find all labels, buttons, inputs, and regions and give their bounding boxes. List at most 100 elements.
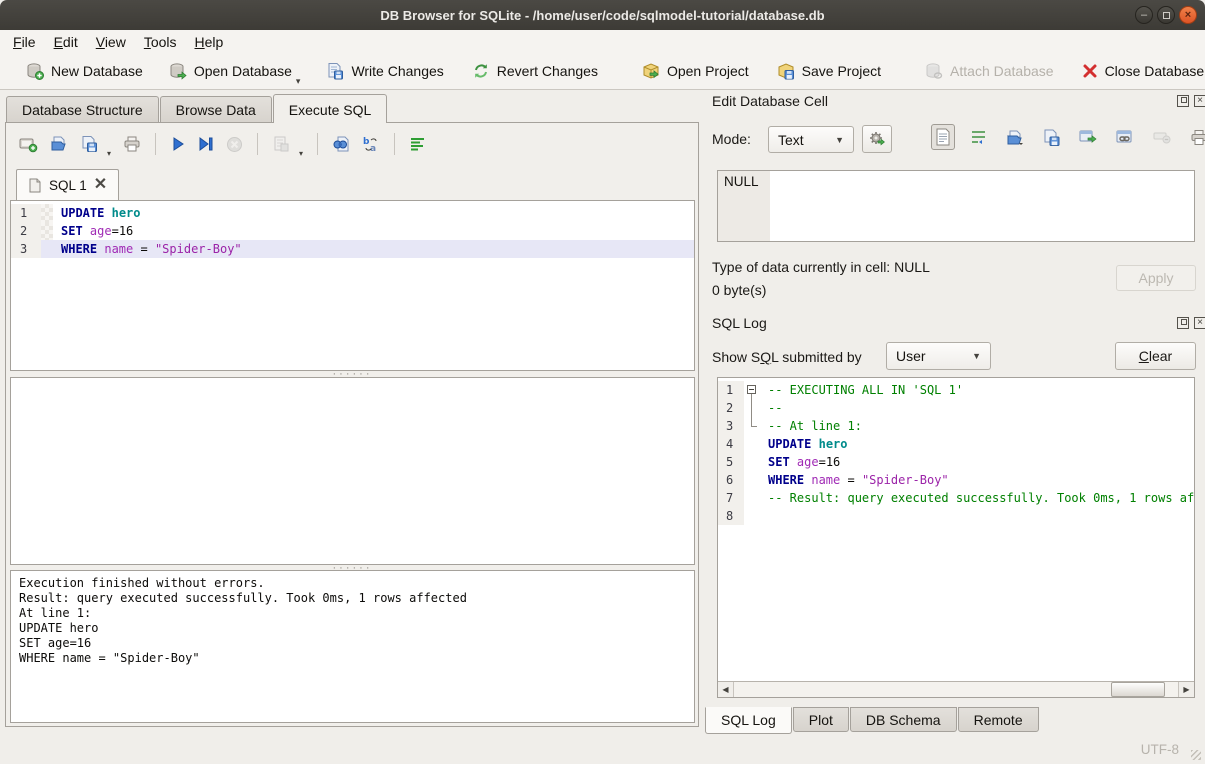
- import-cell-data-button[interactable]: [1002, 125, 1028, 150]
- revert-changes-icon: [472, 62, 490, 80]
- text-mode-button[interactable]: [931, 124, 955, 150]
- copy-link-button[interactable]: [1112, 125, 1138, 149]
- fold-margin[interactable]: [744, 507, 760, 525]
- scroll-right-icon[interactable]: ▶: [1178, 682, 1194, 697]
- open-database-dropdown-icon[interactable]: ▾: [296, 76, 301, 87]
- execution-message[interactable]: Execution finished without errors.Result…: [10, 570, 695, 723]
- fold-margin[interactable]: [744, 399, 760, 417]
- code-text: WHERE name = "Spider-Boy": [53, 240, 694, 258]
- set-null-button[interactable]: [1149, 126, 1175, 148]
- maximize-button-icon[interactable]: [1157, 6, 1175, 24]
- fold-margin[interactable]: [744, 489, 760, 507]
- save-file-dropdown-icon[interactable]: ▾: [107, 149, 111, 158]
- replace-button[interactable]: ba: [362, 135, 380, 153]
- open-in-external-button[interactable]: [1075, 125, 1101, 149]
- print-button[interactable]: [123, 135, 141, 153]
- menu-tools[interactable]: Tools: [135, 31, 186, 53]
- chevron-down-icon: ▼: [825, 135, 844, 145]
- print-cell-button[interactable]: [1186, 125, 1205, 150]
- code-line: 1UPDATE hero: [11, 204, 694, 222]
- open-project-button[interactable]: Open Project: [636, 58, 755, 84]
- tab-plot[interactable]: Plot: [793, 707, 849, 732]
- execute-sql-button[interactable]: [170, 136, 186, 152]
- mode-combobox[interactable]: Text▼: [768, 126, 854, 153]
- menu-view[interactable]: View: [87, 31, 135, 53]
- app-window: { "window": { "title": "DB Browser for S…: [0, 0, 1205, 764]
- chevron-down-icon: ▼: [962, 351, 981, 361]
- word-wrap-icon: [970, 130, 987, 145]
- apply-button[interactable]: Apply: [1116, 265, 1196, 291]
- execute-current-line-button[interactable]: [198, 136, 214, 152]
- format-sql-button[interactable]: [409, 137, 426, 152]
- clear-log-button[interactable]: Clear: [1115, 342, 1196, 370]
- fold-margin[interactable]: [744, 435, 760, 453]
- toolbar-separator: [257, 133, 258, 155]
- new-database-button[interactable]: New Database: [20, 58, 149, 84]
- open-sql-tab-button[interactable]: [18, 135, 38, 153]
- main-tab-bar: Database Structure Browse Data Execute S…: [6, 94, 388, 123]
- code-line: 7-- Result: query executed successfully.…: [718, 489, 1194, 507]
- line-number: 2: [718, 399, 744, 417]
- save-sql-file-button[interactable]: [80, 135, 98, 153]
- close-button-icon[interactable]: ×: [1179, 6, 1197, 24]
- menu-file[interactable]: File: [4, 31, 45, 53]
- code-text: -- EXECUTING ALL IN 'SQL 1': [760, 381, 1194, 399]
- scroll-left-icon[interactable]: ◀: [718, 682, 734, 697]
- open-database-button[interactable]: Open Database: [163, 58, 298, 84]
- export-results-dropdown-icon[interactable]: ▾: [299, 149, 303, 158]
- results-grid[interactable]: [10, 377, 695, 565]
- float-dock-icon[interactable]: [1177, 317, 1189, 329]
- export-results-button[interactable]: [272, 135, 290, 153]
- fold-margin: [41, 240, 53, 258]
- float-dock-icon[interactable]: [1177, 95, 1189, 107]
- toolbar-separator: [155, 133, 156, 155]
- open-sql-file-button[interactable]: [50, 135, 68, 153]
- link-icon: [1116, 129, 1134, 145]
- sql-log-horizontal-scrollbar[interactable]: ◀ ▶: [718, 681, 1194, 697]
- code-line: 2--: [718, 399, 1194, 417]
- revert-changes-button[interactable]: Revert Changes: [466, 58, 604, 84]
- tab-remote[interactable]: Remote: [958, 707, 1039, 732]
- fold-margin[interactable]: [744, 453, 760, 471]
- close-dock-icon[interactable]: ×: [1194, 95, 1205, 107]
- minimize-button-icon[interactable]: –: [1135, 6, 1153, 24]
- close-database-button[interactable]: Close Database: [1076, 59, 1205, 83]
- fold-margin[interactable]: [744, 417, 760, 435]
- fold-margin[interactable]: [744, 471, 760, 489]
- line-number: 2: [11, 222, 41, 240]
- format-sql-icon: [409, 137, 426, 152]
- close-dock-icon[interactable]: ×: [1194, 317, 1205, 329]
- stop-execution-button[interactable]: [226, 136, 243, 153]
- sql-log-view[interactable]: 1-- EXECUTING ALL IN 'SQL 1'2--3-- At li…: [717, 377, 1195, 698]
- sql1-tab-close-icon[interactable]: ✕: [94, 179, 107, 191]
- sql-log-filter-combobox[interactable]: User▼: [886, 342, 991, 370]
- tab-sql-log[interactable]: SQL Log: [705, 707, 792, 734]
- open-project-icon: [642, 62, 660, 80]
- tab-database-structure[interactable]: Database Structure: [6, 96, 159, 123]
- edit-cell-dock-buttons: ×: [1177, 95, 1205, 107]
- save-project-button[interactable]: Save Project: [771, 58, 887, 84]
- cell-value-editor[interactable]: NULL: [717, 170, 1195, 242]
- code-text: UPDATE hero: [760, 435, 1194, 453]
- splitter-handle[interactable]: ······: [10, 371, 695, 376]
- toolbar-separator: [317, 133, 318, 155]
- tab-browse-data[interactable]: Browse Data: [160, 96, 272, 123]
- titlebar[interactable]: DB Browser for SQLite - /home/user/code/…: [0, 0, 1205, 30]
- fold-collapse-icon[interactable]: [744, 381, 760, 399]
- tab-execute-sql[interactable]: Execute SQL: [273, 94, 388, 123]
- sql1-tab[interactable]: SQL 1 ✕: [16, 169, 119, 200]
- tab-db-schema[interactable]: DB Schema: [850, 707, 957, 732]
- resize-grip[interactable]: [1191, 750, 1201, 760]
- find-button[interactable]: [332, 135, 350, 153]
- scrollbar-thumb[interactable]: [1111, 682, 1164, 697]
- attach-database-button[interactable]: Attach Database: [919, 58, 1060, 84]
- menu-edit[interactable]: Edit: [45, 31, 87, 53]
- menu-help[interactable]: Help: [186, 31, 233, 53]
- word-wrap-button[interactable]: [966, 126, 991, 149]
- write-changes-button[interactable]: Write Changes: [320, 58, 449, 84]
- export-cell-data-button[interactable]: [1039, 125, 1064, 150]
- auto-apply-button[interactable]: [862, 125, 892, 153]
- execute-sql-panel: ▾ ▾ ba SQL 1 ✕ 1UPDATE hero2SET age=163W…: [5, 122, 699, 727]
- execute-line-icon: [198, 136, 214, 152]
- sql-editor[interactable]: 1UPDATE hero2SET age=163WHERE name = "Sp…: [10, 200, 695, 371]
